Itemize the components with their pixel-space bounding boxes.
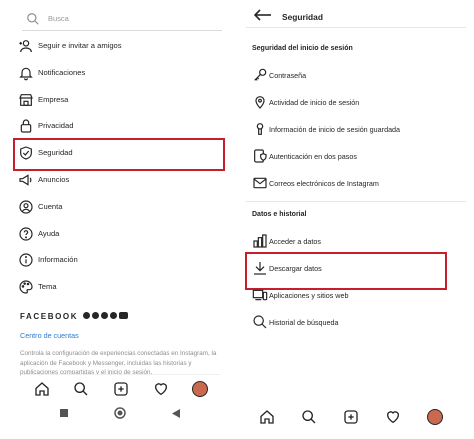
item-search-history[interactable]: Historial de búsqueda bbox=[252, 313, 462, 333]
menu-item-help[interactable]: Ayuda bbox=[18, 225, 223, 245]
home-button-icon[interactable] bbox=[114, 407, 126, 419]
accounts-center-link[interactable]: Centro de cuentas bbox=[20, 331, 79, 340]
item-label: Contraseña bbox=[269, 71, 307, 80]
item-saved-login[interactable]: Información de inicio de sesión guardada bbox=[252, 120, 462, 140]
menu-item-label: Ayuda bbox=[38, 229, 60, 238]
menu-item-label: Tema bbox=[38, 282, 57, 291]
settings-panel: Busca Seguir e invitar a amigos Notifica… bbox=[0, 0, 237, 439]
android-nav-bar bbox=[60, 404, 180, 422]
menu-item-label: Cuenta bbox=[38, 202, 63, 211]
menu-item-business[interactable]: Empresa bbox=[18, 91, 223, 111]
divider bbox=[246, 201, 466, 202]
home-icon[interactable] bbox=[258, 408, 276, 426]
section-header-data-history: Datos e historial bbox=[252, 211, 307, 218]
item-label: Acceder a datos bbox=[269, 237, 321, 246]
recents-icon[interactable] bbox=[60, 409, 68, 417]
heart-icon[interactable] bbox=[152, 380, 170, 398]
bottom-nav-right bbox=[246, 403, 456, 431]
accounts-center-description: Controla la configuración de experiencia… bbox=[20, 350, 217, 376]
key-icon bbox=[252, 67, 268, 83]
menu-item-theme[interactable]: Tema bbox=[18, 278, 223, 298]
profile-avatar[interactable] bbox=[426, 408, 444, 426]
item-label: Autenticación en dos pasos bbox=[269, 152, 357, 161]
item-label: Actividad de inicio de sesión bbox=[269, 98, 360, 107]
search-input[interactable]: Busca bbox=[48, 14, 69, 23]
section-header-login-security: Seguridad del inicio de sesión bbox=[252, 45, 353, 52]
menu-item-label: Anuncios bbox=[38, 175, 70, 184]
lock-icon bbox=[18, 118, 34, 134]
facebook-wordmark: FACEBOOK bbox=[20, 312, 79, 321]
menu-item-invite[interactable]: Seguir e invitar a amigos bbox=[18, 37, 223, 57]
highlight-box-security bbox=[13, 138, 225, 171]
item-password[interactable]: Contraseña bbox=[252, 66, 462, 86]
security-panel: Seguridad Seguridad del inicio de sesión… bbox=[240, 0, 474, 439]
phone-shield-icon bbox=[252, 148, 268, 164]
bell-icon bbox=[18, 65, 34, 81]
item-two-factor[interactable]: Autenticación en dos pasos bbox=[252, 147, 462, 167]
bottom-nav-left bbox=[22, 374, 220, 402]
instagram-icon bbox=[101, 312, 108, 319]
menu-item-label: Empresa bbox=[38, 95, 69, 104]
messenger-icon bbox=[92, 312, 99, 319]
portal-icon bbox=[119, 312, 128, 319]
person-circle-icon bbox=[18, 199, 34, 215]
heart-icon[interactable] bbox=[384, 408, 402, 426]
item-label: Información de inicio de sesión guardada bbox=[269, 125, 401, 134]
item-apps-websites[interactable]: Aplicaciones y sitios web bbox=[252, 286, 462, 306]
devices-icon bbox=[252, 287, 268, 303]
megaphone-icon bbox=[18, 172, 34, 188]
search-bar[interactable]: Busca bbox=[22, 9, 222, 31]
item-instagram-emails[interactable]: Correos electrónicos de Instagram bbox=[252, 174, 462, 194]
item-login-activity[interactable]: Actividad de inicio de sesión bbox=[252, 93, 462, 113]
menu-item-account[interactable]: Cuenta bbox=[18, 198, 223, 218]
menu-item-label: Privacidad bbox=[38, 121, 74, 130]
screen: Busca Seguir e invitar a amigos Notifica… bbox=[0, 0, 474, 439]
menu-item-label: Notificaciones bbox=[38, 68, 86, 77]
item-label: Aplicaciones y sitios web bbox=[269, 291, 349, 300]
help-icon bbox=[18, 226, 34, 242]
page-title: Seguridad bbox=[282, 12, 323, 22]
envelope-icon bbox=[252, 175, 268, 191]
menu-item-privacy[interactable]: Privacidad bbox=[18, 117, 223, 137]
location-pin-icon bbox=[252, 94, 268, 110]
info-icon bbox=[18, 252, 34, 268]
highlight-box-download bbox=[245, 252, 447, 290]
meta-apps-icons bbox=[83, 312, 128, 319]
item-label: Historial de búsqueda bbox=[269, 318, 339, 327]
search-icon[interactable] bbox=[300, 408, 318, 426]
item-access-data[interactable]: Acceder a datos bbox=[252, 232, 462, 252]
search-icon bbox=[26, 12, 40, 26]
shop-icon bbox=[18, 92, 34, 108]
menu-item-notifications[interactable]: Notificaciones bbox=[18, 64, 223, 84]
item-label: Correos electrónicos de Instagram bbox=[269, 179, 379, 188]
whatsapp-icon bbox=[110, 312, 117, 319]
back-arrow-icon[interactable] bbox=[254, 9, 272, 21]
search-icon[interactable] bbox=[72, 380, 90, 398]
profile-avatar[interactable] bbox=[191, 380, 209, 398]
home-icon[interactable] bbox=[33, 380, 51, 398]
menu-item-label: Seguir e invitar a amigos bbox=[38, 41, 122, 50]
menu-item-ads[interactable]: Anuncios bbox=[18, 171, 223, 191]
keyhole-icon bbox=[252, 121, 268, 137]
facebook-icon bbox=[83, 312, 90, 319]
bar-chart-icon bbox=[252, 233, 268, 249]
menu-item-info[interactable]: Información bbox=[18, 251, 223, 271]
search-icon bbox=[252, 314, 268, 330]
header: Seguridad bbox=[246, 4, 466, 28]
new-post-icon[interactable] bbox=[342, 408, 360, 426]
palette-icon bbox=[18, 279, 34, 295]
back-button-icon[interactable] bbox=[172, 408, 180, 418]
add-person-icon bbox=[18, 38, 34, 54]
menu-item-label: Información bbox=[38, 255, 78, 264]
new-post-icon[interactable] bbox=[112, 380, 130, 398]
